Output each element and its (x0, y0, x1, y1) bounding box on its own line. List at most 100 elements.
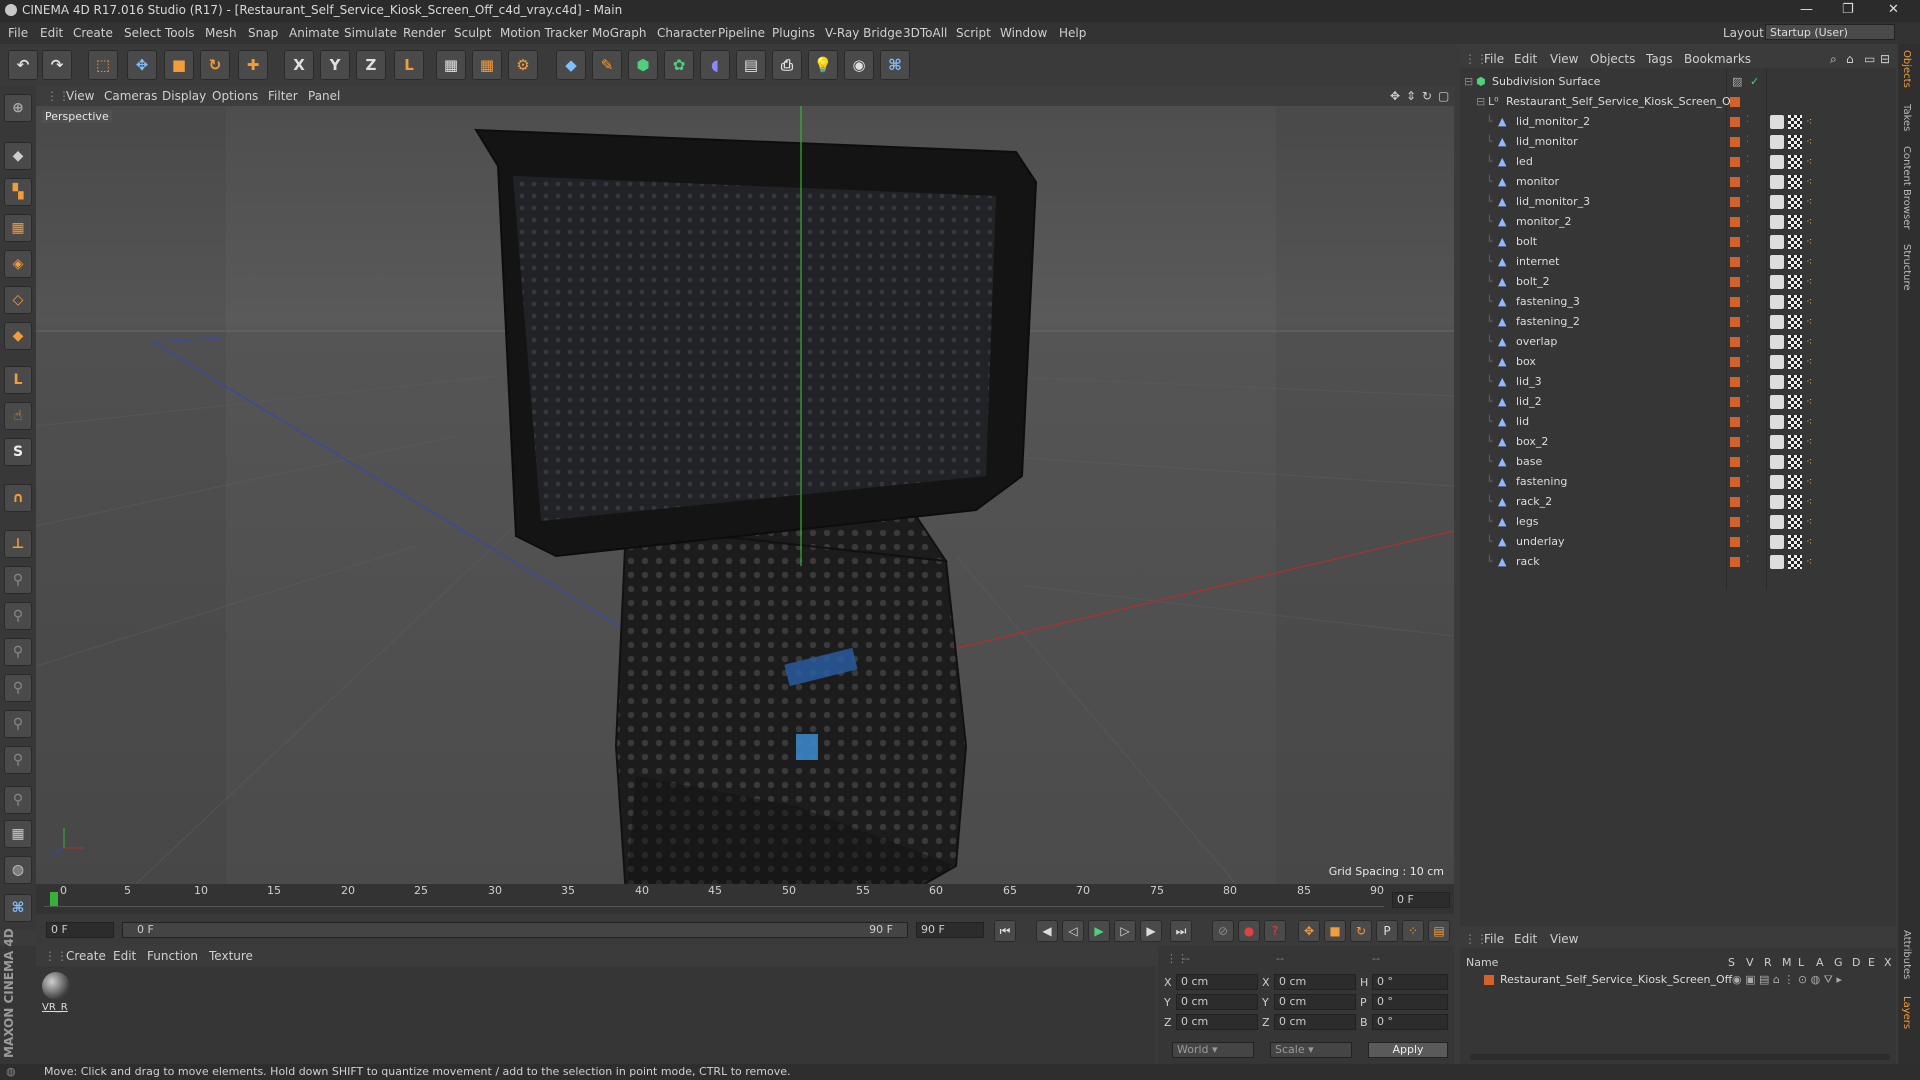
pos-z-field[interactable]: 0 cm (1176, 1014, 1258, 1030)
vray-tag-icon[interactable] (1770, 315, 1784, 329)
layer-toggle-icons[interactable]: ◉ ▣ ▤ ⌂ ⋮ ⊙ ◍ ⛛ ▸ (1732, 973, 1842, 987)
visibility-dots-icon[interactable]: ⁚ (1746, 515, 1750, 527)
vray-tag-icon[interactable] (1770, 295, 1784, 309)
vray-tag-icon[interactable] (1770, 255, 1784, 269)
texture-tag-icon[interactable] (1788, 115, 1802, 129)
material-tag-icon[interactable]: ⁖ (1806, 275, 1814, 288)
world-dropdown[interactable]: World ▾ (1172, 1042, 1254, 1058)
vray-icon[interactable]: ◉ (844, 50, 874, 80)
tweak-mode-icon[interactable]: ☝ (4, 402, 32, 430)
material-tag-icon[interactable]: ⁖ (1806, 155, 1814, 168)
vray-tag-icon[interactable] (1770, 335, 1784, 349)
visibility-dots-icon[interactable]: ⁚ (1746, 275, 1750, 287)
redo-icon[interactable]: ↷ (42, 50, 72, 80)
layer-color-swatch[interactable] (1730, 317, 1740, 327)
menu-3dtoall[interactable]: 3DToAll (903, 26, 947, 40)
layout-select[interactable]: Startup (User) (1765, 24, 1895, 40)
side-tab-attributes[interactable]: Attributes (1901, 930, 1912, 979)
close-icon[interactable]: ✕ (1888, 2, 1899, 17)
layer-color-swatch[interactable] (1484, 975, 1494, 985)
texture-tag-icon[interactable] (1788, 395, 1802, 409)
weld-icon[interactable]: ⚲ (4, 746, 32, 774)
vray-tag-icon[interactable] (1770, 355, 1784, 369)
visibility-dots-icon[interactable]: ⁚ (1746, 475, 1750, 487)
point-level-icon[interactable]: ⁘ (1402, 920, 1424, 942)
menu-pipeline[interactable]: Pipeline (718, 26, 765, 40)
menu-vray-bridge[interactable]: V-Ray Bridge (825, 26, 902, 40)
material-tag-icon[interactable]: ⁖ (1806, 495, 1814, 508)
object-minimize-icon[interactable]: ▭ (1864, 52, 1875, 66)
frame-start-field[interactable]: 0 F (46, 922, 114, 938)
tree-row[interactable]: └ ▲ base ⁚ ⁖ (1460, 452, 1896, 472)
tree-row[interactable]: └ ▲ monitor_2 ⁚ ⁖ (1460, 212, 1896, 232)
menu-render[interactable]: Render (403, 26, 446, 40)
texture-tag-icon[interactable] (1788, 495, 1802, 509)
go-to-end-icon[interactable]: ⏭ (1170, 920, 1192, 942)
layer-menu-file[interactable]: File (1484, 932, 1504, 946)
visibility-dots-icon[interactable]: ⁚ (1746, 295, 1750, 307)
snap-icon[interactable]: S (4, 438, 32, 466)
viewport-layout-icon[interactable]: ▢ (1438, 89, 1449, 103)
apply-button[interactable]: Apply (1368, 1042, 1448, 1058)
undo-icon[interactable]: ↶ (8, 50, 38, 80)
next-key-icon[interactable]: ▶ (1140, 920, 1162, 942)
tree-row[interactable]: └ ▲ lid_2 ⁚ ⁖ (1460, 392, 1896, 412)
array-icon[interactable]: ✿ (664, 50, 694, 80)
side-tab-layers[interactable]: Layers (1901, 996, 1912, 1029)
layer-color-swatch[interactable] (1730, 377, 1740, 387)
floor-icon[interactable]: ▤ (736, 50, 766, 80)
texture-tag-icon[interactable] (1788, 435, 1802, 449)
side-tab-content-browser[interactable]: Content Browser (1901, 146, 1912, 229)
layer-color-swatch[interactable] (1730, 257, 1740, 267)
x-axis-icon[interactable]: X (284, 50, 314, 80)
tree-row[interactable]: └ ▲ led ⁚ ⁖ (1460, 152, 1896, 172)
material-tag-icon[interactable]: ⁖ (1806, 255, 1814, 268)
tree-row[interactable]: └ ▲ box ⁚ ⁖ (1460, 352, 1896, 372)
collapse-icon[interactable]: ⊟ (1464, 75, 1473, 88)
object-menu-edit[interactable]: Edit (1514, 52, 1537, 66)
render-picture-viewer-icon[interactable]: ▦ (472, 50, 502, 80)
layer-color-swatch[interactable] (1730, 197, 1740, 207)
knife-icon[interactable]: ⚲ (4, 602, 32, 630)
axis-mode-icon[interactable]: L (4, 366, 32, 394)
texture-tag-icon[interactable] (1788, 415, 1802, 429)
live-selection-icon[interactable]: ⬚ (88, 50, 118, 80)
tree-row[interactable]: └ ▲ lid_monitor_3 ⁚ ⁖ (1460, 192, 1896, 212)
vray-tag-icon[interactable] (1770, 475, 1784, 489)
tree-row[interactable]: └ ▲ overlap ⁚ ⁖ (1460, 332, 1896, 352)
vray-tag-icon[interactable] (1770, 175, 1784, 189)
vray-tag-icon[interactable] (1770, 195, 1784, 209)
previous-key-icon[interactable]: ◀ (1036, 920, 1058, 942)
menu-sculpt[interactable]: Sculpt (454, 26, 491, 40)
tree-row[interactable]: └ ▲ fastening_2 ⁚ ⁖ (1460, 312, 1896, 332)
layer-color-swatch[interactable] (1730, 277, 1740, 287)
texture-tag-icon[interactable] (1788, 175, 1802, 189)
material-name[interactable]: VR_R (42, 1002, 68, 1013)
play-icon[interactable]: ▶ (1088, 920, 1110, 942)
texture-mode-icon[interactable]: ▚ (4, 178, 32, 206)
tree-row[interactable]: └ ▲ rack ⁚ ⁖ (1460, 552, 1896, 572)
menu-tools[interactable]: Tools (165, 26, 195, 40)
frame-end-field[interactable]: 90 F (916, 922, 984, 938)
texture-tag-icon[interactable] (1788, 375, 1802, 389)
menu-simulate[interactable]: Simulate (344, 26, 397, 40)
object-menu-file[interactable]: File (1484, 52, 1504, 66)
menu-window[interactable]: Window (1000, 26, 1047, 40)
texture-tag-icon[interactable] (1788, 535, 1802, 549)
menu-character[interactable]: Character (657, 26, 716, 40)
material-tag-icon[interactable]: ⁖ (1806, 215, 1814, 228)
material-menu-texture[interactable]: Texture (209, 949, 253, 963)
vray-tag-icon[interactable] (1770, 435, 1784, 449)
frame-range-slider[interactable]: 0 F 90 F (122, 922, 908, 938)
vray-tag-icon[interactable] (1770, 375, 1784, 389)
object-menu-view[interactable]: View (1550, 52, 1578, 66)
viewport-menu-options[interactable]: Options (212, 89, 258, 103)
material-tag-icon[interactable]: ⁖ (1806, 555, 1814, 568)
object-menu-tags[interactable]: Tags (1646, 52, 1673, 66)
brush-icon[interactable]: ⚲ (4, 566, 32, 594)
rot-p-field[interactable]: 0 ° (1372, 994, 1448, 1010)
layer-color-swatch[interactable] (1730, 297, 1740, 307)
tree-row[interactable]: └ ▲ rack_2 ⁚ ⁖ (1460, 492, 1896, 512)
collapse-icon[interactable]: ⊟ (1476, 95, 1485, 108)
pos-y-field[interactable]: 0 cm (1176, 994, 1258, 1010)
